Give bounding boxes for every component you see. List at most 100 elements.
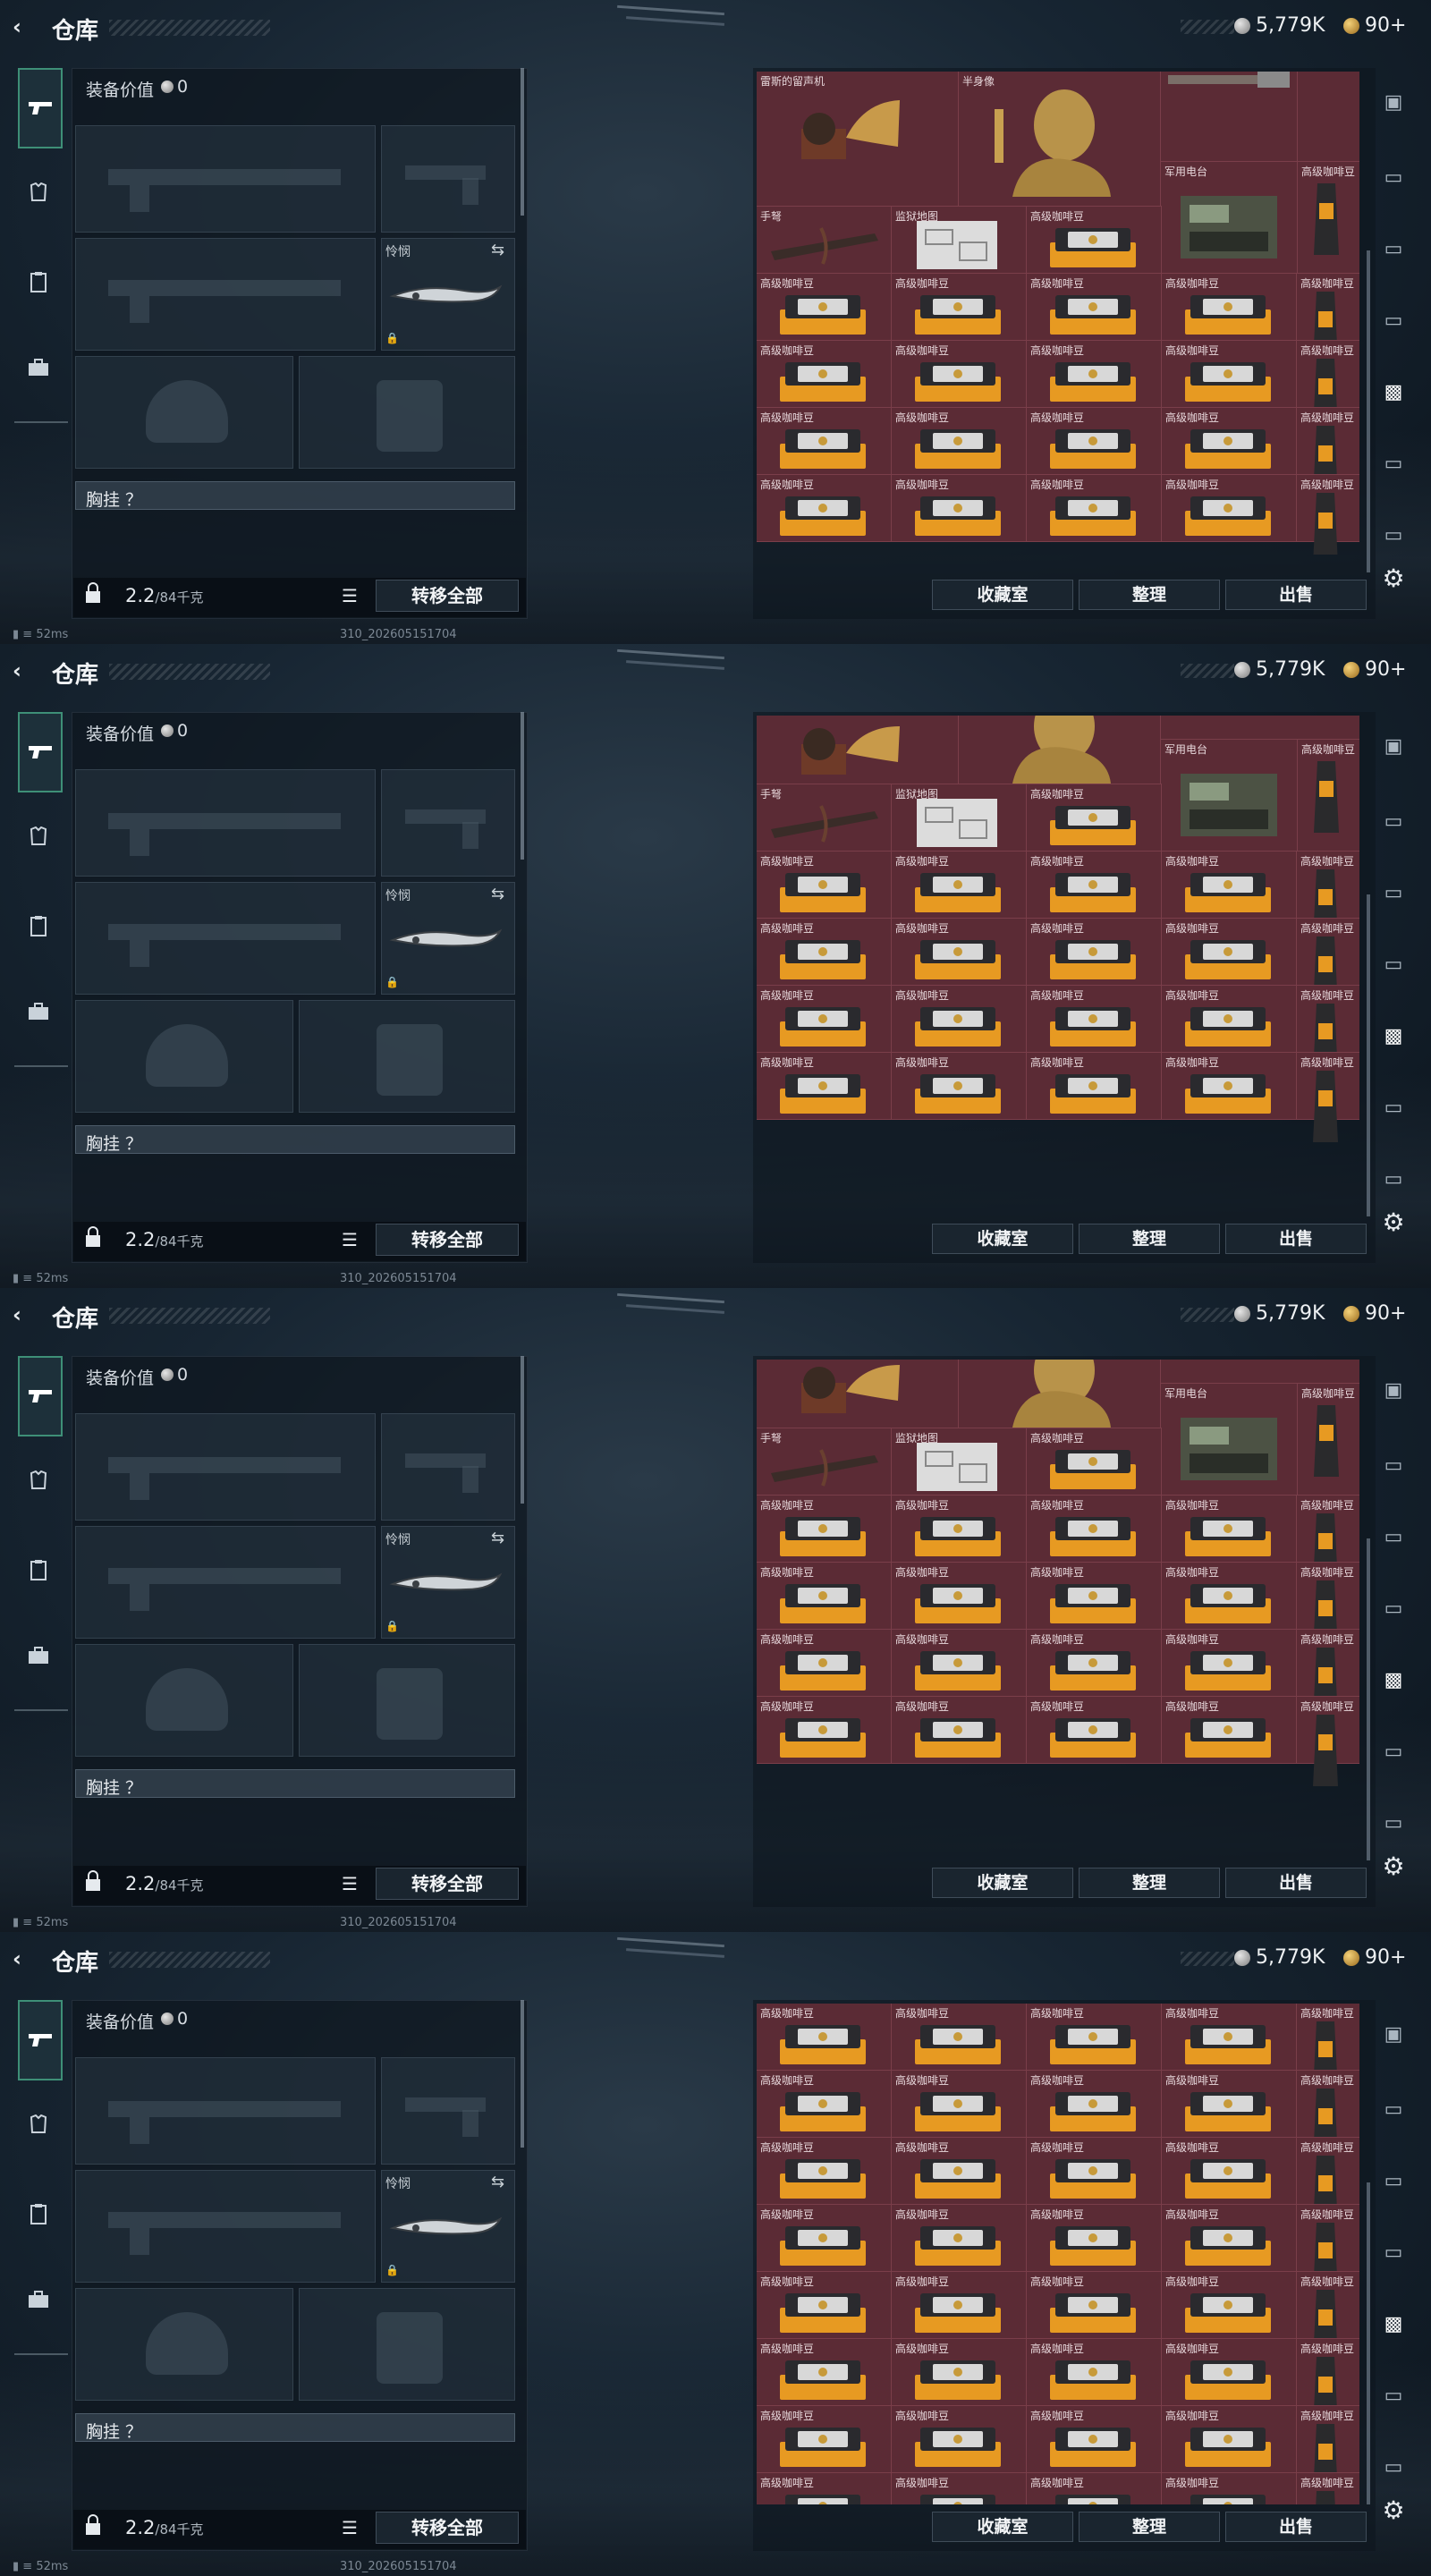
storage-cell[interactable]: 高级咖啡豆 xyxy=(1296,2472,1359,2504)
melee-slot[interactable]: 怜悯 ⇆ 🔒 xyxy=(381,1526,515,1639)
storage-cell[interactable]: 高级咖啡豆 xyxy=(757,1562,892,1630)
storage-cell[interactable]: 高级咖啡豆 xyxy=(1026,851,1162,919)
swap-icon[interactable]: ⇆ xyxy=(491,1529,504,1547)
melee-slot[interactable]: 怜悯 ⇆ 🔒 xyxy=(381,882,515,995)
storage-cell[interactable]: 高级咖啡豆 xyxy=(1026,918,1162,986)
storage-cell[interactable]: 高级咖啡豆 xyxy=(1161,2004,1297,2071)
collection-room-button[interactable]: 收藏室 xyxy=(932,1868,1073,1898)
storage-cell[interactable]: 高级咖啡豆 xyxy=(891,273,1027,341)
primary-weapon-slot[interactable] xyxy=(75,2057,376,2165)
storage-cell[interactable]: 高级咖啡豆 xyxy=(757,273,892,341)
storage-cell[interactable]: 高级咖啡豆 xyxy=(1161,2070,1297,2138)
tab-armor[interactable] xyxy=(20,2106,57,2143)
storage-cell[interactable]: 高级咖啡豆 xyxy=(757,2338,892,2406)
storage-cell[interactable]: 高级咖啡豆 xyxy=(1296,851,1359,941)
storage-cell[interactable]: 高级咖啡豆 xyxy=(891,474,1027,542)
organize-button[interactable]: 整理 xyxy=(1079,2512,1220,2542)
storage-cell[interactable]: 高级咖啡豆 xyxy=(1026,2137,1162,2205)
storage-cell[interactable]: 高级咖啡豆 xyxy=(1161,2137,1297,2205)
storage-cell[interactable]: 高级咖啡豆 xyxy=(1296,2204,1359,2294)
storage-cell[interactable]: 高级咖啡豆 xyxy=(1161,2472,1297,2504)
storage-cell[interactable]: 高级咖啡豆 xyxy=(891,2137,1027,2205)
filter-image-icon[interactable]: ▩ xyxy=(1377,376,1410,408)
storage-cell[interactable]: 高级咖啡豆 xyxy=(891,2405,1027,2473)
filter-tv-icon[interactable]: ▭ xyxy=(1377,1521,1410,1553)
silver-currency[interactable]: 5,779K xyxy=(1234,1946,1325,1969)
storage-cell[interactable]: 高级咖啡豆 xyxy=(1296,2271,1359,2361)
settings-gear-icon[interactable]: ⚙ xyxy=(1377,1208,1410,1240)
melee-slot[interactable]: 怜悯 ⇆ 🔒 xyxy=(381,2170,515,2283)
swap-icon[interactable]: ⇆ xyxy=(491,885,504,903)
storage-cell[interactable]: 手弩 xyxy=(757,784,892,852)
storage-cell[interactable]: 高级咖啡豆 xyxy=(1161,2338,1297,2406)
storage-cell[interactable] xyxy=(1160,72,1298,162)
gold-currency[interactable]: 90+ xyxy=(1343,658,1406,681)
storage-cell[interactable]: 高级咖啡豆 xyxy=(1161,1562,1297,1630)
storage-cell[interactable]: 高级咖啡豆 xyxy=(1296,1052,1359,1142)
storage-cell[interactable]: 高级咖啡豆 xyxy=(1296,2070,1359,2160)
equipment-scrollbar[interactable] xyxy=(521,1356,524,1504)
storage-cell[interactable]: 高级咖啡豆 xyxy=(757,851,892,919)
filter-tv-icon[interactable]: ▭ xyxy=(1377,1449,1410,1481)
organize-button[interactable]: 整理 xyxy=(1079,1224,1220,1254)
storage-cell[interactable]: 高级咖啡豆 xyxy=(1026,1696,1162,1764)
storage-cell[interactable]: 监狱地图 xyxy=(891,1428,1027,1496)
melee-slot[interactable]: 怜悯 ⇆ 🔒 xyxy=(381,238,515,351)
secondary-weapon-slot[interactable] xyxy=(75,1526,376,1639)
transfer-all-button[interactable]: 转移全部 xyxy=(376,580,519,612)
filter-tv-icon[interactable]: ▭ xyxy=(1377,1592,1410,1624)
storage-cell[interactable]: 高级咖啡豆 xyxy=(891,2472,1027,2504)
storage-cell[interactable]: 高级咖啡豆 xyxy=(757,2070,892,2138)
filter-image-icon[interactable]: ▩ xyxy=(1377,1664,1410,1696)
storage-cell[interactable]: 高级咖啡豆 xyxy=(1026,273,1162,341)
primary-weapon-slot[interactable] xyxy=(75,769,376,877)
storage-cell[interactable]: 高级咖啡豆 xyxy=(1026,2004,1162,2071)
storage-cell[interactable]: 高级咖啡豆 xyxy=(1161,2204,1297,2272)
tab-armor[interactable] xyxy=(20,818,57,855)
storage-cell[interactable] xyxy=(757,1360,959,1428)
storage-cell[interactable]: 高级咖啡豆 xyxy=(1161,2405,1297,2473)
filter-tv-icon[interactable]: ▭ xyxy=(1377,2451,1410,2483)
settings-gear-icon[interactable]: ⚙ xyxy=(1377,2496,1410,2528)
storage-cell[interactable]: 高级咖啡豆 xyxy=(1026,1629,1162,1697)
tab-armor[interactable] xyxy=(20,1462,57,1499)
list-icon[interactable]: ☰ xyxy=(342,1229,358,1250)
storage-cell[interactable]: 高级咖啡豆 xyxy=(1026,2271,1162,2339)
storage-cell[interactable]: 高级咖啡豆 xyxy=(1161,1052,1297,1120)
tab-backpack[interactable] xyxy=(20,2281,57,2318)
storage-cell[interactable]: 高级咖啡豆 xyxy=(1296,918,1359,1008)
storage-cell[interactable]: 高级咖啡豆 xyxy=(757,2271,892,2339)
storage-scrollbar[interactable] xyxy=(1367,1538,1370,1860)
helmet-slot[interactable] xyxy=(75,2288,293,2401)
storage-cell[interactable]: 高级咖啡豆 xyxy=(891,2204,1027,2272)
storage-cell[interactable]: 高级咖啡豆 xyxy=(891,851,1027,919)
storage-cell[interactable]: 高级咖啡豆 xyxy=(757,1052,892,1120)
storage-cell[interactable]: 半身像 xyxy=(958,72,1161,207)
body-armor-slot[interactable] xyxy=(299,1000,515,1113)
storage-cell[interactable]: 高级咖啡豆 xyxy=(757,407,892,475)
organize-button[interactable]: 整理 xyxy=(1079,1868,1220,1898)
storage-cell[interactable]: 高级咖啡豆 xyxy=(891,985,1027,1053)
transfer-all-button[interactable]: 转移全部 xyxy=(376,2512,519,2544)
storage-cell[interactable]: 高级咖啡豆 xyxy=(891,1629,1027,1697)
storage-cell[interactable]: 高级咖啡豆 xyxy=(891,2271,1027,2339)
tab-weapons[interactable] xyxy=(18,712,63,792)
silver-currency[interactable]: 5,779K xyxy=(1234,1302,1325,1325)
storage-cell[interactable]: 高级咖啡豆 xyxy=(757,918,892,986)
storage-cell[interactable]: 监狱地图 xyxy=(891,206,1027,274)
equipment-scrollbar[interactable] xyxy=(521,712,524,860)
tab-backpack[interactable] xyxy=(20,993,57,1030)
filter-tv-icon[interactable]: ▭ xyxy=(1377,805,1410,837)
storage-cell[interactable]: 高级咖啡豆 xyxy=(1161,985,1297,1053)
storage-cell[interactable]: 高级咖啡豆 xyxy=(1161,1629,1297,1697)
storage-scrollbar[interactable] xyxy=(1367,250,1370,572)
back-arrow-icon[interactable]: ‹ xyxy=(13,14,38,39)
filter-tv-icon[interactable]: ▭ xyxy=(1377,1091,1410,1123)
gold-currency[interactable]: 90+ xyxy=(1343,1302,1406,1325)
storage-cell[interactable]: 监狱地图 xyxy=(891,784,1027,852)
sell-button[interactable]: 出售 xyxy=(1225,2512,1367,2542)
storage-cell[interactable]: 高级咖啡豆 xyxy=(1026,1495,1162,1563)
storage-cell[interactable] xyxy=(1160,1360,1359,1384)
filter-image-icon[interactable]: ▩ xyxy=(1377,1020,1410,1052)
filter-tv-icon[interactable]: ▭ xyxy=(1377,1807,1410,1839)
